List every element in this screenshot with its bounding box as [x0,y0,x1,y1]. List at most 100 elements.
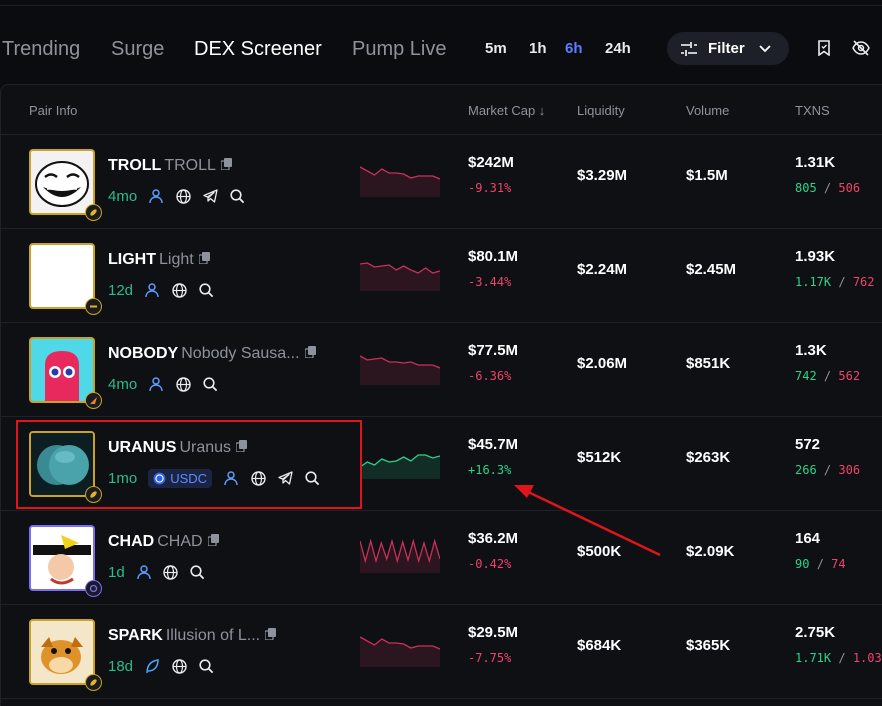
globe-icon[interactable] [175,376,191,392]
pair-name[interactable]: NOBODY Nobody Sausa... [108,345,316,363]
header-liquidity[interactable]: Liquidity [577,103,625,118]
txns-split: 1.71K / 1.03K [795,651,882,665]
header-pair-info[interactable]: Pair Info [29,103,77,118]
filter-button[interactable]: Filter [667,32,789,65]
volume: $365K [686,637,731,654]
copy-icon[interactable] [220,157,232,175]
market-cap: $242M [468,154,514,171]
sliders-icon [681,41,697,56]
table-row[interactable]: TROLL TROLL 4mo $242M -9.31% $3.29M $1.5M… [1,135,882,229]
sparkline-area [360,356,440,385]
pair-meta: 4mo [108,186,245,206]
globe-icon[interactable] [175,188,191,204]
globe-icon[interactable] [171,282,187,298]
copy-icon[interactable] [198,251,210,269]
copy-icon[interactable] [264,627,277,645]
user-icon[interactable] [148,188,164,204]
leaf-icon[interactable] [144,658,160,674]
copy-icon[interactable] [206,533,219,551]
price-sparkline [360,454,440,479]
price-change: -7.75% [468,651,512,665]
bookmark-icon[interactable] [814,38,834,58]
price-sparkline [360,636,440,667]
price-sparkline [360,538,440,573]
txns-total: 572 [795,436,821,453]
table-row[interactable]: SPARK Illusion of L... 18d $29.5M -7.75% … [1,605,882,699]
user-icon[interactable] [148,376,164,392]
pump-badge-icon [85,674,102,691]
user-icon[interactable] [136,564,152,580]
txns-buys: 1.71K [795,651,832,665]
copy-icon[interactable] [303,345,316,363]
txns-buys: 805 [795,181,817,195]
timeframe-1h[interactable]: 1h [529,40,547,57]
tab-dex-screener[interactable]: DEX Screener [194,38,322,61]
txns-sells: 562 [838,369,861,383]
txns-buys: 90 [795,557,810,571]
timeframe-6h[interactable]: 6h [565,40,583,57]
market-cap: $36.2M [468,530,519,547]
tab-surge[interactable]: Surge [111,38,164,61]
txns-split: 90 / 74 [795,557,846,571]
token-age: 1d [108,563,125,581]
txns-buys: 1.17K [795,275,832,289]
price-sparkline [360,355,440,385]
volume: $2.45M [686,261,737,278]
txns-sells: 506 [838,181,861,195]
top-divider [0,5,882,6]
user-icon[interactable] [144,282,160,298]
txns-total: 2.75K [795,624,836,641]
header-volume[interactable]: Volume [686,103,729,118]
pair-name[interactable]: SPARK Illusion of L... [108,627,277,645]
search-icon[interactable] [198,282,214,298]
liquidity: $2.06M [577,355,628,372]
header-market-cap[interactable]: Market Cap ↓ [468,103,545,118]
token-name: Light [159,251,194,269]
market-cap: $77.5M [468,342,519,359]
chevron-down-icon [759,44,771,52]
table-row[interactable]: CHAD CHAD 1d $36.2M -0.42% $500K $2.09K 1… [1,511,882,605]
volume: $1.5M [686,167,728,184]
txns-total: 164 [795,530,821,547]
txns-buys: 266 [795,463,817,477]
pair-name[interactable]: LIGHT Light [108,251,210,269]
tab-trending[interactable]: Trending [2,38,80,61]
telegram-icon[interactable] [202,188,218,204]
pair-meta: 1d [108,562,206,582]
price-sparkline [360,166,440,197]
timeframe-5m[interactable]: 5m [485,40,507,57]
pair-name[interactable]: CHAD CHAD [108,533,219,551]
token-symbol: SPARK [108,627,163,645]
search-icon[interactable] [229,188,245,204]
pair-name[interactable]: TROLL TROLL [108,157,232,175]
pair-meta: 18d [108,656,214,676]
search-icon[interactable] [202,376,218,392]
search-icon[interactable] [198,658,214,674]
sparkline-area [360,167,440,197]
search-icon[interactable] [190,564,206,580]
token-avatar [29,337,95,403]
market-cap: $29.5M [468,624,519,641]
token-age: 18d [108,657,134,675]
eye-off-icon[interactable] [851,38,871,58]
timeframe-24h[interactable]: 24h [605,40,631,57]
tab-pump-live[interactable]: Pump Live [352,38,447,61]
volume: $263K [686,449,731,466]
token-name: CHAD [157,533,203,551]
header-txns[interactable]: TXNS [795,103,830,118]
pair-meta: 4mo [108,374,218,394]
token-symbol: CHAD [108,533,155,551]
liquidity: $2.24M [577,261,628,278]
pump-badge-icon [85,392,102,409]
market-cap: $80.1M [468,248,519,265]
token-avatar [29,525,95,591]
globe-icon[interactable] [171,658,187,674]
token-age: 4mo [108,187,138,205]
table-row[interactable]: LIGHT Light 12d $80.1M -3.44% $2.24M $2.4… [1,229,882,323]
txns-separator: / [823,463,832,477]
globe-icon[interactable] [163,564,179,580]
liquidity: $500K [577,543,622,560]
table-row[interactable]: NOBODY Nobody Sausa... 4mo $77.5M -6.36% … [1,323,882,417]
pair-meta: 12d [108,280,214,300]
price-change: -0.42% [468,557,512,571]
